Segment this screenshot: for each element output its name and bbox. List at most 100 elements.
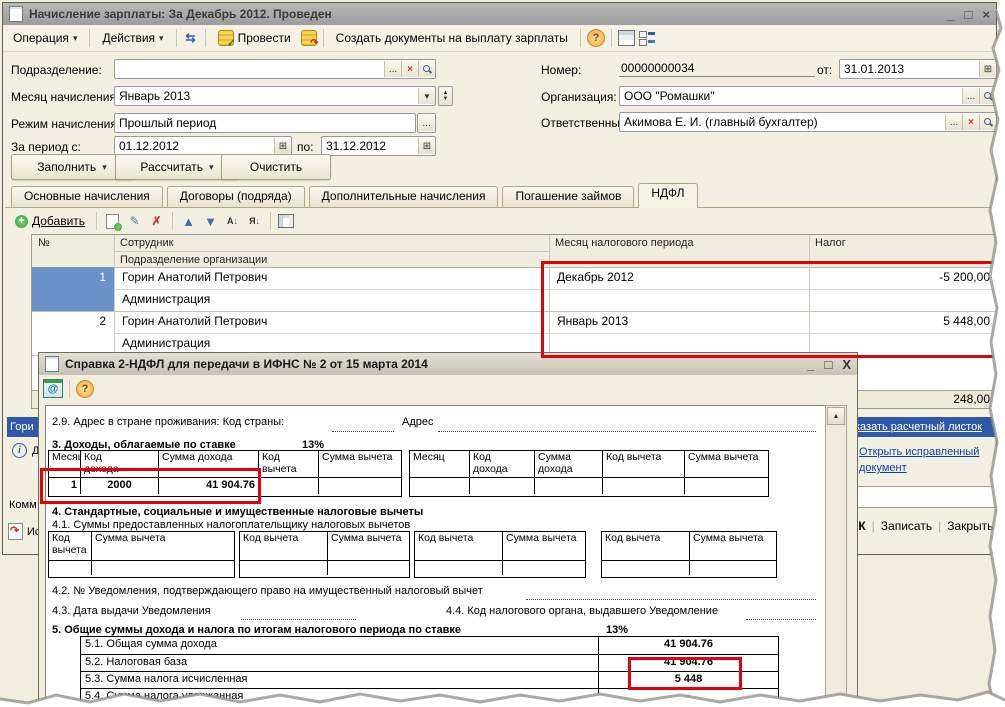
delete-icon[interactable]: ✗	[148, 213, 165, 229]
address-label: Адрес	[402, 416, 434, 428]
search-button[interactable]	[979, 88, 996, 104]
help-icon[interactable]: ?	[587, 29, 605, 47]
tab-ndfl[interactable]: НДФЛ	[638, 183, 697, 208]
period-to-input[interactable]: 31.12.2012 ⊞	[321, 136, 436, 156]
row-tax[interactable]: 5 448,00	[811, 311, 996, 333]
income-col-dedsum: Сумма вычета	[685, 451, 768, 477]
open-corrected-link[interactable]: Открыть исправленный документ	[859, 444, 997, 476]
help-icon[interactable]: ?	[76, 380, 94, 398]
create-payment-docs-button[interactable]: Создать документы на выплату зарплаты	[330, 28, 574, 48]
col-header-month[interactable]: Месяц налогового периода	[549, 235, 809, 267]
col-header-num[interactable]: №	[32, 235, 114, 267]
row-num[interactable]: 1	[32, 267, 112, 289]
dropdown-button[interactable]: ▼	[418, 88, 435, 104]
grid-header: № Сотрудник Подразделение организации Ме…	[32, 235, 1002, 268]
row-employee[interactable]: Горин Анатолий Петрович	[116, 267, 546, 289]
write-button[interactable]: Записать	[881, 519, 932, 533]
edit-icon[interactable]: ✎	[126, 213, 143, 229]
move-down-icon[interactable]: ▼	[202, 213, 219, 229]
month-spinner[interactable]: ▲▼	[438, 86, 453, 106]
columns-settings-icon[interactable]	[278, 214, 294, 228]
comment-label: Комм	[9, 499, 37, 511]
doc-date-input[interactable]: 31.01.2013 ⊞	[839, 59, 997, 79]
col-header-dept[interactable]: Подразделение организации	[114, 251, 549, 267]
col-header-employee[interactable]: Сотрудник	[114, 235, 549, 251]
row-dept[interactable]: Администрация	[116, 289, 546, 311]
tab-additional-accruals[interactable]: Дополнительные начисления	[309, 186, 499, 208]
ded-col-code: Код вычета	[240, 532, 328, 560]
post-button[interactable]: ✓ Провести	[212, 27, 297, 49]
tab-strip: Основные начисления Договоры (подряда) Д…	[11, 185, 698, 208]
actions-menu[interactable]: Действия▾	[96, 28, 169, 48]
tab-divider	[5, 207, 994, 208]
select-button[interactable]: ...	[384, 61, 401, 77]
add-row-button[interactable]: + Добавить	[11, 212, 89, 230]
display-settings-icon[interactable]	[639, 31, 655, 45]
number-value[interactable]: 00000000034	[619, 61, 815, 77]
calendar-icon[interactable]: ⊞	[979, 61, 996, 77]
minimize-button[interactable]: _	[947, 7, 954, 22]
document-icon	[45, 356, 59, 372]
responsible-label: Ответственный:	[541, 116, 630, 130]
cert-form: 2.9. Адрес в стране проживания: Код стра…	[45, 405, 827, 703]
section4-3-title: 4.3. Дата выдачи Уведомления	[52, 605, 211, 617]
chevron-down-icon: ▾	[73, 33, 78, 44]
section4-4-title: 4.4. Код налогового органа, выдавшего Ув…	[446, 605, 718, 617]
clear-button[interactable]: ×	[401, 61, 418, 77]
close-button[interactable]: ×	[982, 7, 990, 22]
col-header-tax[interactable]: Налог	[809, 235, 1002, 267]
calendar-icon[interactable]: ⊞	[418, 138, 435, 154]
accrual-month-input[interactable]: Январь 2013 ▼	[114, 86, 436, 106]
cert-scrollbar[interactable]: ▲	[825, 405, 847, 703]
sort-desc-icon[interactable]: Я↓	[246, 213, 263, 229]
maximize-button[interactable]: □	[965, 7, 973, 22]
income-col-month: Месяц	[410, 451, 470, 477]
row-employee[interactable]: Горин Анатолий Петрович	[116, 311, 546, 333]
close-form-button[interactable]: Закрыть	[947, 519, 993, 533]
scroll-up-icon[interactable]: ▲	[827, 407, 845, 425]
maximize-button[interactable]: □	[824, 357, 832, 372]
select-button[interactable]: ...	[962, 88, 979, 104]
cancel-post-icon[interactable]: ↷	[301, 30, 317, 46]
mode-select-button[interactable]: ...	[417, 113, 436, 133]
section4-2-title: 4.2. № Уведомления, подтверждающего прав…	[52, 585, 483, 597]
clear-button[interactable]: Очистить	[221, 154, 331, 180]
row-tax-month[interactable]: Январь 2013	[551, 311, 807, 333]
cert-titlebar[interactable]: Справка 2-НДФЛ для передачи в ИФНС № 2 о…	[39, 353, 857, 375]
search-button[interactable]	[979, 114, 996, 130]
row-tax[interactable]: -5 200,00	[811, 267, 996, 289]
tab-main-accruals[interactable]: Основные начисления	[11, 186, 163, 208]
sort-asc-icon[interactable]: А↓	[224, 213, 241, 229]
period-from-input[interactable]: 01.12.2012 ⊞	[114, 136, 292, 156]
goto-icon[interactable]: ⇆	[183, 30, 199, 46]
totals-row: 5.1. Общая сумма дохода41 904.76	[81, 637, 778, 654]
row-num[interactable]: 2	[32, 311, 112, 333]
calendar-icon[interactable]: ⊞	[274, 138, 291, 154]
income-col-code: Код дохода	[473, 452, 517, 475]
cert-title: Справка 2-НДФЛ для передачи в ИФНС № 2 о…	[65, 357, 428, 371]
accrual-mode-label: Режим начисления:	[11, 117, 120, 131]
copy-row-icon[interactable]	[104, 213, 121, 229]
address-line: 2.9. Адрес в стране проживания: Код стра…	[52, 416, 284, 428]
list-settings-icon[interactable]	[618, 30, 635, 46]
department-input[interactable]: ... ×	[114, 59, 436, 79]
payroll-titlebar[interactable]: Начисление зарплаты: За Декабрь 2012. Пр…	[3, 3, 996, 25]
row-tax-month[interactable]: Декабрь 2012	[551, 267, 807, 289]
select-button[interactable]: ...	[945, 114, 962, 130]
email-icon[interactable]: @	[43, 379, 63, 398]
tab-contracts[interactable]: Договоры (подряда)	[167, 186, 305, 208]
search-icon	[423, 65, 431, 73]
organization-input[interactable]: ООО "Ромашки" ...	[619, 86, 997, 106]
accrual-mode-input[interactable]: Прошлый период	[114, 113, 416, 133]
income-amount-value: 41 904.76	[159, 477, 259, 494]
tab-loan-repayment[interactable]: Погашение займов	[502, 186, 634, 208]
operation-menu[interactable]: Операция▾	[7, 28, 83, 48]
move-up-icon[interactable]: ▲	[180, 213, 197, 229]
minimize-button[interactable]: _	[807, 357, 814, 372]
search-button[interactable]	[418, 61, 435, 77]
comment-input[interactable]	[852, 486, 1000, 508]
close-button[interactable]: X	[842, 357, 851, 372]
clear-button[interactable]: ×	[962, 114, 979, 130]
payslip-link-row[interactable]: казать расчетный листок	[852, 417, 1003, 437]
responsible-input[interactable]: Акимова Е. И. (главный бухгалтер) ... ×	[619, 112, 997, 132]
